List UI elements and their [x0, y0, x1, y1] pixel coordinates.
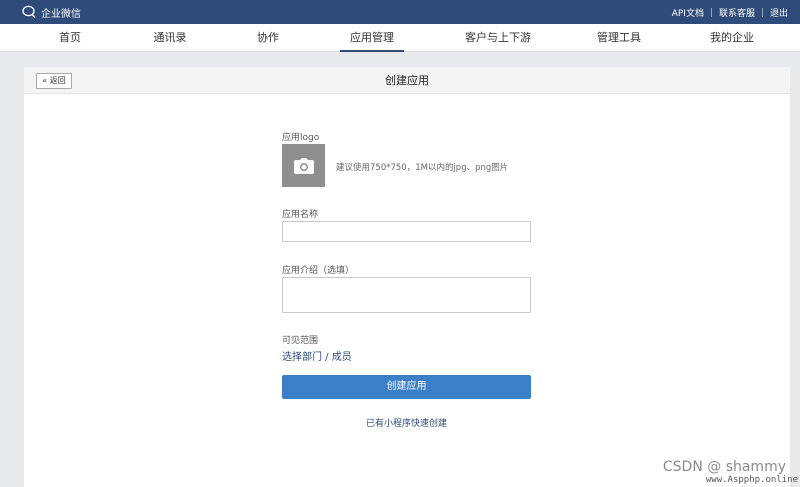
tab-app-management[interactable]: 应用管理: [340, 24, 404, 52]
select-members-link[interactable]: 选择部门 / 成员: [282, 348, 352, 363]
app-intro-textarea[interactable]: [282, 277, 531, 313]
tab-my-company[interactable]: 我的企业: [706, 24, 758, 52]
back-button[interactable]: « 返回: [36, 73, 72, 89]
main-nav: 首页 通讯录 协作 应用管理 客户与上下游 管理工具 我的企业: [0, 24, 800, 52]
create-app-button[interactable]: 创建应用: [282, 375, 531, 399]
watermark-site: www.Aspphp.online: [705, 475, 798, 485]
panel-header: 创建应用 « 返回: [24, 67, 790, 94]
contact-support-link[interactable]: 联系客服: [719, 6, 755, 19]
top-bar: 企业微信 API文档 联系客服 退出: [0, 0, 800, 24]
app-name-input[interactable]: [282, 221, 531, 242]
wework-logo-icon: [22, 5, 36, 18]
visible-range-label: 可见范围: [282, 336, 319, 346]
brand-name: 企业微信: [41, 8, 81, 20]
page-title: 创建应用: [385, 74, 429, 87]
tab-management-tools[interactable]: 管理工具: [594, 24, 644, 52]
app-intro-label: 应用介绍（选填）: [282, 266, 355, 276]
tab-customers[interactable]: 客户与上下游: [460, 24, 536, 52]
brand-logo[interactable]: 企业微信: [22, 4, 81, 20]
app-name-label: 应用名称: [282, 210, 319, 220]
top-links: API文档 联系客服 退出: [672, 0, 788, 24]
mini-program-create-link[interactable]: 已有小程序快速创建: [282, 416, 531, 429]
watermark-csdn: CSDN @ shammy: [662, 459, 786, 475]
logo-upload-button[interactable]: [282, 144, 325, 187]
logo-hint: 建议使用750*750，1M以内的jpg、png图片: [336, 163, 509, 173]
tab-home[interactable]: 首页: [52, 24, 88, 52]
logout-link[interactable]: 退出: [770, 6, 788, 19]
logo-label: 应用logo: [282, 133, 320, 143]
divider: [710, 7, 712, 17]
tab-collaboration[interactable]: 协作: [250, 24, 286, 52]
divider: [761, 7, 763, 17]
camera-icon: [293, 157, 314, 174]
api-docs-link[interactable]: API文档: [672, 6, 704, 19]
tab-contacts[interactable]: 通讯录: [148, 24, 192, 52]
